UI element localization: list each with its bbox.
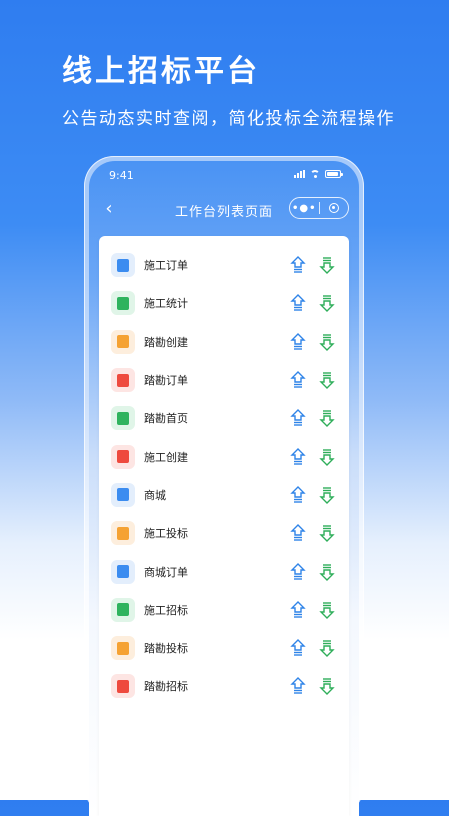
move-down-icon[interactable] xyxy=(319,486,335,504)
monitor-icon xyxy=(111,406,135,431)
list-item-5[interactable]: 踏勘首页 xyxy=(99,399,349,437)
move-up-icon[interactable] xyxy=(290,294,306,312)
list-item-11[interactable]: 踏勘投标 xyxy=(99,629,349,667)
item-label: 踏勘投标 xyxy=(144,642,188,656)
list-item-9[interactable]: 商城订单 xyxy=(99,552,349,590)
list-item-3[interactable]: 踏勘创建 xyxy=(99,323,349,361)
shopping-bag-icon xyxy=(111,482,135,507)
move-up-icon[interactable] xyxy=(290,600,306,619)
move-down-icon[interactable] xyxy=(319,677,335,696)
move-up-icon[interactable] xyxy=(290,677,306,695)
list-item-6[interactable]: 施工创建 xyxy=(99,437,349,475)
move-down-icon[interactable] xyxy=(319,601,335,619)
item-label: 踏勘招标 xyxy=(144,680,188,694)
move-down-icon[interactable] xyxy=(319,448,335,466)
item-label: 施工投标 xyxy=(144,527,188,541)
workbench-list: 施工订单 施工统计 踏勘创建 踏勘订单 踏勘首页 施工创建 商城 施工投标 商城… xyxy=(99,246,349,706)
status-time: 9:41 xyxy=(109,169,134,182)
item-label: 踏勘订单 xyxy=(144,374,188,388)
subline: 公告动态实时查阅，简化投标全流程操作 xyxy=(62,109,395,129)
list-item-4[interactable]: 踏勘订单 xyxy=(99,361,349,399)
clipboard-list-icon xyxy=(111,368,135,393)
clipboard-check-icon xyxy=(111,253,135,278)
target-icon xyxy=(111,674,135,699)
item-label: 商城 xyxy=(144,488,166,502)
target-circle-icon xyxy=(328,203,339,213)
move-down-icon[interactable] xyxy=(319,294,335,313)
item-label: 踏勘创建 xyxy=(144,335,188,349)
move-up-icon[interactable] xyxy=(290,524,306,542)
status-bar: 9:41 xyxy=(89,161,359,187)
system-icons xyxy=(294,170,343,178)
workbench-card: 施工订单 施工统计 踏勘创建 踏勘订单 踏勘首页 施工创建 商城 施工投标 商城… xyxy=(99,236,349,816)
move-down-icon[interactable] xyxy=(319,563,335,581)
signal-icon xyxy=(294,170,305,178)
item-label: 施工订单 xyxy=(144,259,188,273)
list-item-10[interactable]: 施工招标 xyxy=(99,591,349,629)
receipt-icon xyxy=(111,559,135,584)
phone-mockup: 9:41 ‹ 工作台列表页面 •●• 施工订单 施工统计 踏勘创建 踏勘订单 踏… xyxy=(84,156,364,816)
list-item-7[interactable]: 商城 xyxy=(99,476,349,514)
more-options-button[interactable]: •●• xyxy=(290,203,319,214)
move-up-icon[interactable] xyxy=(290,371,306,389)
miniapp-capsule: •●• xyxy=(289,197,349,219)
item-label: 商城订单 xyxy=(144,565,188,579)
move-down-icon[interactable] xyxy=(319,371,335,390)
list-item-1[interactable]: 施工订单 xyxy=(99,246,349,284)
item-label: 施工招标 xyxy=(144,603,188,617)
move-down-icon[interactable] xyxy=(319,256,335,275)
headline: 线上招标平台 xyxy=(62,54,260,89)
auction-coin-icon xyxy=(111,521,135,546)
nav-bar: ‹ 工作台列表页面 •●• xyxy=(89,193,359,227)
funnel-icon xyxy=(111,329,135,354)
paper-plane-icon xyxy=(111,597,135,622)
move-down-icon[interactable] xyxy=(319,524,335,543)
battery-icon xyxy=(325,170,343,178)
close-miniapp-button[interactable] xyxy=(320,203,349,213)
item-label: 踏勘首页 xyxy=(144,412,188,426)
move-down-icon[interactable] xyxy=(319,639,335,658)
list-item-2[interactable]: 施工统计 xyxy=(99,284,349,322)
move-up-icon[interactable] xyxy=(290,447,306,466)
add-document-icon xyxy=(111,444,135,469)
document-chart-icon xyxy=(111,291,135,316)
move-down-icon[interactable] xyxy=(319,409,335,428)
list-item-12[interactable]: 踏勘招标 xyxy=(99,667,349,705)
move-up-icon[interactable] xyxy=(290,256,306,274)
move-up-icon[interactable] xyxy=(290,409,306,427)
phone-screen: 9:41 ‹ 工作台列表页面 •●• 施工订单 施工统计 踏勘创建 踏勘订单 踏… xyxy=(89,161,359,816)
item-label: 施工统计 xyxy=(144,297,188,311)
list-item-8[interactable]: 施工投标 xyxy=(99,514,349,552)
move-up-icon[interactable] xyxy=(290,639,306,657)
gavel-icon xyxy=(111,636,135,661)
move-up-icon[interactable] xyxy=(290,332,306,351)
move-up-icon[interactable] xyxy=(290,562,306,581)
move-up-icon[interactable] xyxy=(290,485,306,504)
wifi-icon xyxy=(310,170,320,178)
item-label: 施工创建 xyxy=(144,450,188,464)
move-down-icon[interactable] xyxy=(319,333,335,351)
